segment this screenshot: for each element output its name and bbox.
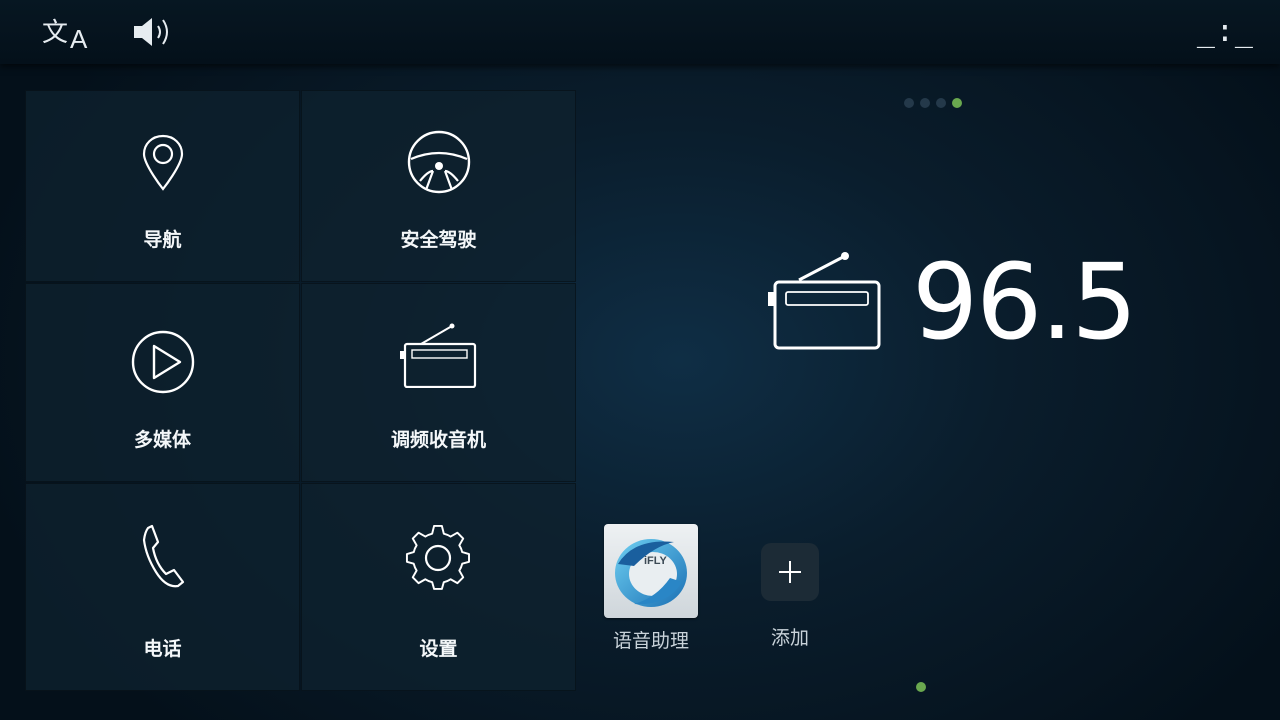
radio-icon	[399, 323, 476, 388]
steering-wheel-icon	[407, 130, 470, 194]
page-indicator-top	[904, 98, 962, 108]
page-indicator-bottom	[916, 682, 926, 692]
page-dot-active[interactable]	[916, 682, 926, 692]
app-add[interactable]: 添加	[740, 543, 840, 650]
menu-label-phone: 电话	[143, 638, 182, 660]
app-label-add: 添加	[770, 627, 809, 649]
radio-widget[interactable]	[765, 250, 885, 355]
location-pin-icon	[142, 134, 183, 191]
language-icon-en: A	[70, 24, 88, 54]
menu-tile-navigation[interactable]: 导航	[25, 90, 300, 282]
page-dot[interactable]	[936, 98, 946, 108]
phone-icon	[142, 524, 184, 588]
menu-label-navigation: 导航	[143, 229, 182, 251]
menu-tile-multimedia[interactable]: 多媒体	[25, 283, 300, 482]
clock: _:_	[1196, 14, 1254, 49]
add-app-button[interactable]	[761, 543, 819, 601]
radio-frequency[interactable]: 96.5	[912, 250, 1138, 354]
ifly-logo-text: iFLY	[644, 555, 667, 567]
page-dot[interactable]	[904, 98, 914, 108]
menu-tile-settings[interactable]: 设置	[301, 483, 576, 691]
gear-icon	[405, 524, 470, 590]
radio-icon	[768, 252, 881, 350]
top-bar: 文 A _:_	[0, 0, 1280, 64]
speaker-icon	[134, 18, 168, 46]
menu-label-safe-driving: 安全驾驶	[400, 229, 477, 251]
menu-tile-phone[interactable]: 电话	[25, 483, 300, 691]
plus-icon	[779, 561, 801, 583]
main-menu-grid: 导航 安全驾驶 多媒体 调频收音机 电话 设置	[25, 90, 576, 691]
page-dot[interactable]	[920, 98, 930, 108]
menu-label-multimedia: 多媒体	[133, 429, 191, 451]
menu-tile-fm-radio[interactable]: 调频收音机	[301, 283, 576, 482]
ifly-logo-icon: iFLY	[604, 524, 698, 618]
app-voice-assistant[interactable]: iFLY 语音助理	[604, 524, 698, 653]
volume-button[interactable]	[130, 14, 178, 50]
app-label-voice-assistant: 语音助理	[612, 630, 689, 652]
language-icon-zh: 文	[42, 18, 69, 48]
menu-label-fm-radio: 调频收音机	[390, 429, 486, 451]
page-dot-active[interactable]	[952, 98, 962, 108]
language-button[interactable]: 文 A	[40, 12, 92, 54]
play-icon	[131, 330, 194, 394]
menu-label-settings: 设置	[419, 638, 458, 660]
menu-tile-safe-driving[interactable]: 安全驾驶	[301, 90, 576, 282]
